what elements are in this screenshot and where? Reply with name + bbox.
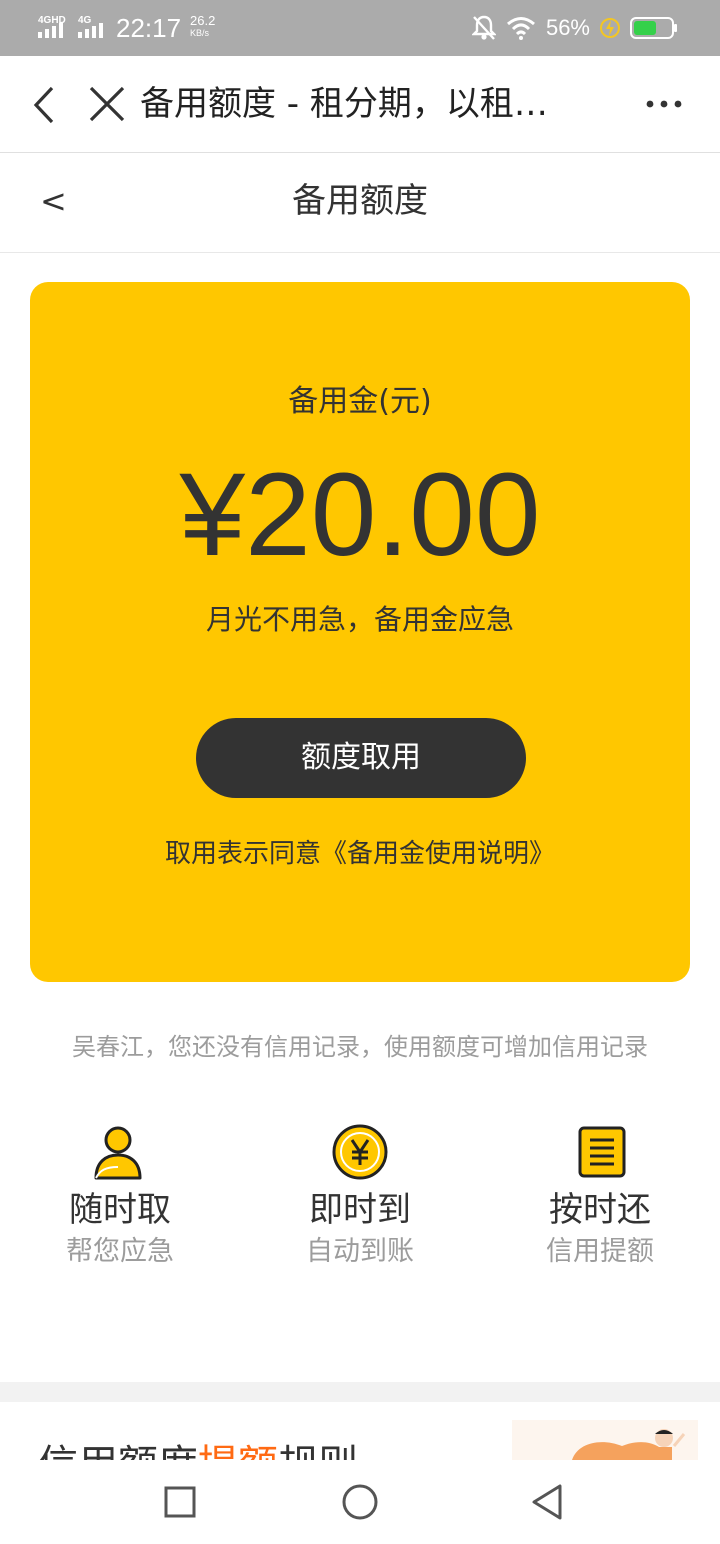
charging-icon (600, 18, 620, 38)
wifi-icon (506, 17, 535, 40)
close-icon[interactable] (88, 85, 126, 123)
reserve-amount: ¥20.00 (179, 449, 541, 581)
agreement-text: 取用表示同意《备用金使用说明》 (30, 834, 690, 874)
yen-coin-icon (332, 1124, 388, 1180)
feature-list: 随时取 帮您应急 即时到 自动到账 按时还 信用提额 (0, 1120, 720, 1320)
svg-text:4G: 4G (78, 15, 92, 26)
rules-illustration (512, 1420, 698, 1460)
system-nav-bar (0, 1460, 720, 1544)
section-divider (0, 1382, 720, 1402)
circle-icon[interactable] (338, 1480, 382, 1524)
webview-header: 备用额度 - 租分期，以租… (0, 56, 720, 153)
page-header: 备用额度 < (0, 153, 720, 253)
rules-section: 信用额度提额规则 (0, 1402, 720, 1460)
clock: 22:17 (116, 13, 182, 43)
bell-off-icon (471, 15, 496, 40)
rules-title: 信用额度提额规则 (38, 1440, 358, 1460)
status-bar: 4GHD 4G 22:17 26.2 KB/s 56% (0, 0, 720, 56)
battery-percent: 56% (545, 15, 590, 40)
network-speed: 26.2 KB/s (190, 13, 216, 38)
more-icon[interactable] (646, 98, 682, 110)
square-icon[interactable] (158, 1480, 202, 1524)
agreement-link[interactable]: 《备用金使用说明》 (321, 839, 555, 869)
page-back-button[interactable]: < (40, 179, 67, 223)
card-slogan: 月光不用急，备用金应急 (205, 603, 514, 636)
feature-title: 随时取 (69, 1190, 171, 1230)
status-icons: 56% (462, 12, 678, 44)
feature-subtitle: 信用提额 (546, 1236, 654, 1267)
card-label: 备用金(元) (288, 384, 432, 419)
feature-subtitle: 帮您应急 (66, 1236, 174, 1267)
agreement-prefix: 取用表示同意 (164, 839, 321, 869)
feature-item: 按时还 信用提额 (480, 1120, 720, 1272)
webview-title: 备用额度 - 租分期，以租… (140, 84, 548, 124)
back-icon[interactable] (30, 85, 58, 125)
page-title: 备用额度 (292, 181, 428, 221)
reserve-fund-card: 备用金(元) ¥20.00 月光不用急，备用金应急 额度取用 取用表示同意《备用… (30, 282, 690, 982)
feature-item: 即时到 自动到账 (240, 1120, 480, 1272)
triangle-back-icon[interactable] (526, 1480, 570, 1524)
withdraw-button[interactable]: 额度取用 (196, 718, 526, 798)
battery-icon (630, 17, 677, 39)
feature-subtitle: 自动到账 (306, 1236, 414, 1267)
signal-icon: 4GHD 4G (38, 15, 103, 38)
feature-title: 按时还 (549, 1190, 651, 1230)
feature-item: 随时取 帮您应急 (0, 1120, 240, 1272)
credit-notice: 吴春江，您还没有信用记录，使用额度可增加信用记录 (72, 1033, 648, 1061)
feature-title: 即时到 (309, 1190, 411, 1230)
user-icon (94, 1126, 142, 1180)
document-icon (578, 1126, 626, 1178)
